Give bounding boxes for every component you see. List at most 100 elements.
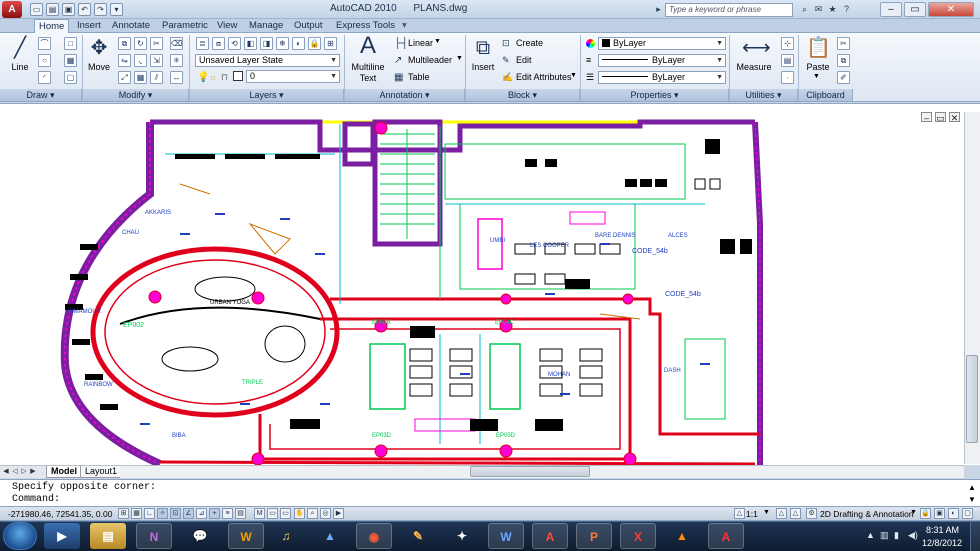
layer-off-icon[interactable]: ◐ — [292, 37, 305, 50]
next-layout-arrow-icon[interactable]: ▷ — [20, 466, 28, 477]
chevron-down-icon[interactable]: ▼ — [456, 55, 463, 62]
edit-block-icon[interactable]: ✎ — [502, 55, 510, 66]
layer-freeze-icon[interactable]: ❄ — [276, 37, 289, 50]
communication-icon[interactable]: ✉ — [812, 3, 825, 16]
search-arrow-icon[interactable]: ▸ — [652, 3, 665, 16]
tab-express-tools[interactable]: Express Tools — [332, 19, 399, 33]
draw-panel-title[interactable]: Draw ▾ — [0, 89, 82, 101]
pan-icon[interactable]: ✋ — [294, 508, 305, 519]
grid-icon[interactable]: ▦ — [131, 508, 142, 519]
chevron-down-icon[interactable]: ▼ — [570, 72, 577, 79]
create-block-icon[interactable]: ⊡ — [502, 38, 510, 49]
tab-annotate[interactable]: Annotate — [108, 19, 154, 33]
layer-properties-icon[interactable]: ≣ — [196, 37, 209, 50]
erase-icon[interactable]: ⌫ — [170, 37, 183, 50]
annotation-scale-value[interactable]: 1:1 — [746, 509, 758, 519]
color-wheel-icon[interactable] — [586, 39, 595, 48]
tab-view[interactable]: View — [213, 19, 241, 33]
command-prompt[interactable]: Command: — [12, 494, 60, 505]
mirror-icon[interactable]: ⇋ — [118, 54, 131, 67]
open-icon[interactable]: ▤ — [46, 3, 59, 16]
cut-icon[interactable]: ✂ — [837, 37, 850, 50]
tab-insert[interactable]: Insert — [73, 19, 105, 33]
layer-match-icon[interactable]: ⧈ — [212, 37, 225, 50]
quick-view-drawings-icon[interactable]: ▭ — [280, 508, 291, 519]
powerpoint-icon[interactable]: P — [576, 523, 612, 549]
coordinates-display[interactable]: -271980.46, 72541.35, 0.00 — [8, 509, 112, 519]
viewport-restore-icon[interactable]: ▭ — [935, 112, 946, 123]
word-icon[interactable]: W — [488, 523, 524, 549]
tab-home[interactable]: Home — [34, 19, 70, 33]
auto-scale-icon[interactable]: △ — [790, 508, 801, 519]
tray-expand-icon[interactable]: ▲ — [866, 530, 875, 540]
clean-screen-icon[interactable]: ▢ — [962, 508, 973, 519]
model-space-icon[interactable]: M — [254, 508, 265, 519]
lineweight-dropdown[interactable]: ByLayer ▼ — [598, 71, 726, 84]
office-app-icon[interactable]: X — [620, 523, 656, 549]
circle-icon[interactable]: ○ — [38, 54, 51, 67]
table-icon[interactable]: ▦ — [394, 72, 403, 83]
tools-icon[interactable]: ✦ — [444, 523, 480, 549]
favorites-star-icon[interactable]: ★ — [826, 3, 839, 16]
measure-button[interactable]: Measure — [734, 62, 774, 72]
prev-layout-arrow-icon[interactable]: ◁ — [11, 466, 19, 477]
command-line[interactable]: Specify opposite corner: Command: ▲ ▼ — [0, 479, 980, 507]
create-block-button[interactable]: Create — [516, 38, 543, 48]
vlc-cone-icon[interactable]: ▲ — [664, 523, 700, 549]
command-scroll-down-icon[interactable]: ▼ — [968, 495, 976, 504]
plot-icon[interactable]: ▾ — [110, 3, 123, 16]
volume-icon[interactable]: ◀) — [908, 530, 918, 541]
lock-icon[interactable]: 🔒 — [920, 508, 931, 519]
arc-icon[interactable]: ◜ — [38, 71, 51, 84]
chevron-down-icon[interactable]: ▼ — [910, 509, 917, 516]
search-icon[interactable]: ⌕ — [798, 3, 811, 16]
scale-icon[interactable]: ⤢ — [118, 71, 131, 84]
rotate-icon[interactable]: ↻ — [134, 37, 147, 50]
last-layout-arrow-icon[interactable]: ▶ — [29, 466, 37, 477]
application-menu-button[interactable]: A — [2, 1, 22, 18]
showmotion-icon[interactable]: ▶ — [333, 508, 344, 519]
redo-icon[interactable]: ↷ — [94, 3, 107, 16]
point-style-icon[interactable]: ∙ — [781, 71, 794, 84]
layer-state-dropdown[interactable]: Unsaved Layer State ▼ — [195, 54, 340, 67]
tab-manage[interactable]: Manage — [245, 19, 287, 33]
notes-icon[interactable]: ✎ — [400, 523, 436, 549]
floor-plan-drawing[interactable]: CODE_54b CODE_54b UMBI LES COOPER BARE D… — [0, 104, 980, 466]
insert-button[interactable]: Insert — [468, 62, 498, 72]
ortho-icon[interactable]: ∟ — [144, 508, 155, 519]
sun-icon[interactable]: ☼ — [209, 72, 217, 82]
new-icon[interactable]: ▭ — [30, 3, 43, 16]
quick-select-icon[interactable]: ⊹ — [781, 37, 794, 50]
linetype-dropdown[interactable]: ByLayer ▼ — [598, 54, 726, 67]
lineweight-toggle-icon[interactable]: ≡ — [222, 508, 233, 519]
quick-properties-icon[interactable]: ▤ — [235, 508, 246, 519]
dyn-input-icon[interactable]: + — [209, 508, 220, 519]
media-player-icon[interactable]: ▶ — [44, 523, 80, 549]
linear-dimension-icon[interactable]: ├┤ — [394, 38, 408, 49]
move-button[interactable]: Move — [84, 62, 114, 72]
chrome-icon[interactable]: ◉ — [356, 523, 392, 549]
annotation-scale-icon[interactable]: △ — [734, 508, 745, 519]
color-dropdown[interactable]: ByLayer ▼ — [598, 37, 726, 50]
autocad-icon[interactable]: A — [708, 523, 744, 549]
copy-clip-icon[interactable]: ⧉ — [837, 54, 850, 67]
explode-icon[interactable]: ✳ — [170, 54, 183, 67]
layer-color-swatch[interactable] — [233, 71, 243, 81]
lineweight-icon[interactable]: ☰ — [586, 72, 594, 83]
drawing-canvas[interactable]: CODE_54b CODE_54b UMBI LES COOPER BARE D… — [0, 103, 980, 466]
array-icon[interactable]: ▦ — [134, 71, 147, 84]
measure-icon[interactable]: ⟷ — [742, 37, 771, 59]
match-properties-icon[interactable]: ✐ — [837, 71, 850, 84]
tab-parametric[interactable]: Parametric — [158, 19, 212, 33]
edit-attributes-button[interactable]: Edit Attributes — [516, 72, 572, 82]
layer-unisolate-icon[interactable]: ◨ — [260, 37, 273, 50]
chevron-down-icon[interactable]: ▼ — [813, 73, 820, 80]
hardware-acceleration-icon[interactable]: ▣ — [934, 508, 945, 519]
insert-block-icon[interactable]: ⧉ — [471, 37, 495, 59]
help-icon[interactable]: ? — [840, 3, 853, 16]
copy-icon[interactable]: ⧉ — [118, 37, 131, 50]
isolate-objects-icon[interactable]: ◐ — [948, 508, 959, 519]
multiline-text-label-2[interactable]: Text — [346, 73, 390, 83]
current-layer-dropdown[interactable]: 0 ▼ — [246, 70, 340, 83]
zoom-icon[interactable]: ⌕ — [307, 508, 318, 519]
